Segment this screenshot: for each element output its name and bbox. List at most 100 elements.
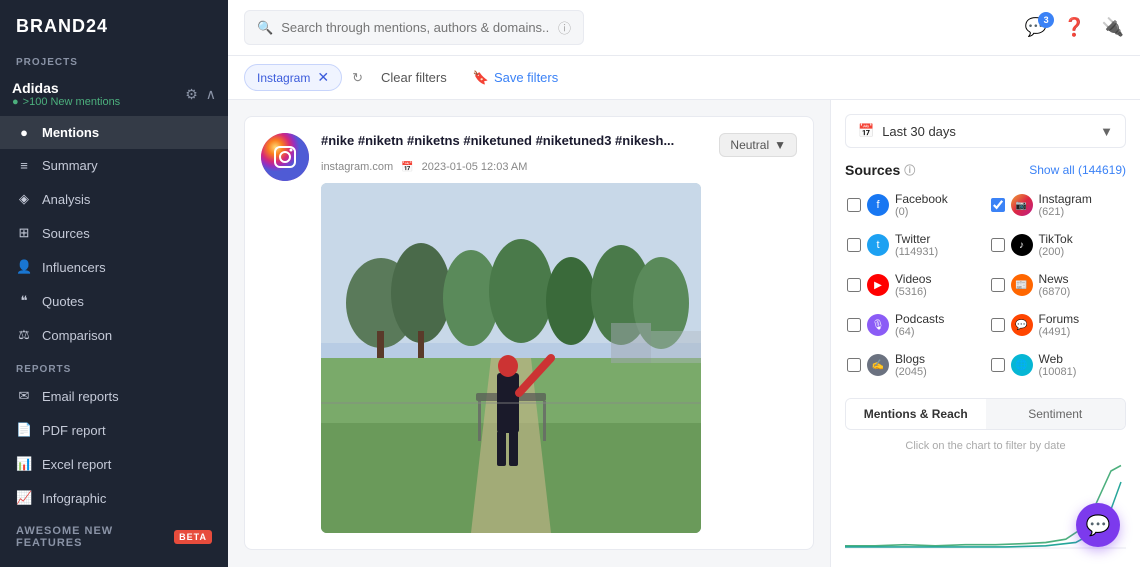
content-area: #nike #niketn #niketns #niketuned #niket… — [228, 100, 1140, 567]
nav-analysis[interactable]: ◈ Analysis — [0, 182, 228, 216]
tiktok-checkbox[interactable] — [991, 238, 1005, 252]
nav-analysis-label: Analysis — [42, 192, 90, 207]
chat-support-button[interactable]: 💬 — [1076, 503, 1120, 547]
project-name: Adidas — [12, 80, 120, 96]
calendar-icon: 📅 — [401, 162, 413, 173]
web-icon: 🌐 — [1011, 354, 1033, 376]
nav-quotes[interactable]: ❝ Quotes — [0, 284, 228, 318]
nav-excel-report[interactable]: 📊 Excel report — [0, 447, 228, 481]
nav-mentions[interactable]: ● Mentions — [0, 116, 228, 149]
notifications-button[interactable]: 💬 3 — [1025, 17, 1047, 38]
instagram-checkbox[interactable] — [991, 198, 1005, 212]
clear-filters-button[interactable]: Clear filters — [373, 66, 455, 89]
project-settings-icon[interactable]: ⚙ — [185, 86, 198, 103]
nav-infographic[interactable]: 📈 Infographic — [0, 481, 228, 515]
mention-avatar — [261, 133, 309, 181]
blogs-label: Blogs (2045) — [895, 352, 927, 378]
nav-summary[interactable]: ≡ Summary — [0, 149, 228, 182]
date-range-label: Last 30 days — [882, 124, 956, 139]
search-input[interactable] — [281, 20, 550, 35]
save-icon: 🔖 — [473, 70, 489, 86]
influencers-icon: 👤 — [16, 259, 32, 275]
topbar: 🔍 ⓘ 💬 3 ❓ 🔌 — [228, 0, 1140, 56]
facebook-checkbox[interactable] — [847, 198, 861, 212]
chat-icon: 💬 — [1086, 513, 1111, 538]
project-collapse-icon[interactable]: ∧ — [206, 86, 216, 103]
nav-excel-report-label: Excel report — [42, 457, 111, 472]
excel-report-icon: 📊 — [16, 456, 32, 472]
news-checkbox[interactable] — [991, 278, 1005, 292]
nav-sources[interactable]: ⊞ Sources — [0, 216, 228, 250]
source-item-forums: 💬 Forums (4491) — [989, 308, 1127, 342]
podcasts-label: Podcasts (64) — [895, 312, 944, 338]
source-item-instagram: 📷 Instagram (621) — [989, 188, 1127, 222]
search-info-icon[interactable]: ⓘ — [558, 18, 571, 37]
right-panel: 📅 Last 30 days ▼ Sources ⓘ Show all (144… — [830, 100, 1140, 567]
nav-summary-label: Summary — [42, 158, 98, 173]
blogs-checkbox[interactable] — [847, 358, 861, 372]
tab-sentiment[interactable]: Sentiment — [986, 399, 1126, 429]
source-item-blogs: ✍ Blogs (2045) — [845, 348, 983, 382]
sidebar: BRAND24 PROJECTS Adidas >100 New mention… — [0, 0, 228, 567]
nav-quotes-label: Quotes — [42, 294, 84, 309]
nav-email-reports-label: Email reports — [42, 389, 119, 404]
features-section: AWESOME NEW FEATURES BETA — [0, 515, 228, 559]
source-item-videos: ▶ Videos (5316) — [845, 268, 983, 302]
source-item-news: 📰 News (6870) — [989, 268, 1127, 302]
tiktok-label: TikTok (200) — [1039, 232, 1073, 258]
podcasts-checkbox[interactable] — [847, 318, 861, 332]
save-filters-button[interactable]: 🔖 Save filters — [465, 66, 567, 90]
mention-body: #nike #niketn #niketns #niketuned #niket… — [321, 133, 797, 533]
videos-checkbox[interactable] — [847, 278, 861, 292]
analysis-icon: ◈ — [16, 191, 32, 207]
mentions-feed: #nike #niketn #niketns #niketuned #niket… — [228, 100, 830, 567]
reports-section-label: REPORTS — [0, 352, 228, 379]
topbar-actions: 💬 3 ❓ 🔌 — [1025, 17, 1124, 38]
beta-badge: BETA — [174, 530, 212, 544]
tab-mentions-reach[interactable]: Mentions & Reach — [846, 399, 986, 429]
nav-comparison-label: Comparison — [42, 328, 112, 343]
mentions-icon: ● — [16, 125, 32, 140]
blogs-icon: ✍ — [867, 354, 889, 376]
projects-section-label: PROJECTS — [0, 49, 228, 72]
sources-info-icon[interactable]: ⓘ — [904, 162, 915, 178]
project-new-mentions: >100 New mentions — [12, 96, 120, 108]
mention-image — [321, 183, 701, 533]
email-reports-icon: ✉ — [16, 388, 32, 404]
settings-button[interactable]: 🔌 — [1102, 17, 1124, 38]
filterbar: Instagram ✕ ↻ Clear filters 🔖 Save filte… — [228, 56, 1140, 100]
sentiment-arrow: ▼ — [774, 138, 786, 152]
nav-pdf-report[interactable]: 📄 PDF report — [0, 413, 228, 447]
nav-influencers-label: Influencers — [42, 260, 106, 275]
sources-header: Sources ⓘ Show all (144619) — [845, 162, 1126, 178]
mention-meta: instagram.com 📅 2023-01-05 12:03 AM — [321, 161, 797, 173]
sentiment-label: Neutral — [730, 138, 769, 152]
chart-hint: Click on the chart to filter by date — [845, 440, 1126, 452]
twitter-checkbox[interactable] — [847, 238, 861, 252]
nav-email-reports[interactable]: ✉ Email reports — [0, 379, 228, 413]
nav-influencers[interactable]: 👤 Influencers — [0, 250, 228, 284]
help-button[interactable]: ❓ — [1063, 17, 1085, 38]
main-content: 🔍 ⓘ 💬 3 ❓ 🔌 Instagram ✕ ↻ Clear filters … — [228, 0, 1140, 567]
instagram-filter-tag[interactable]: Instagram ✕ — [244, 64, 342, 91]
mention-title: #nike #niketn #niketns #niketuned #niket… — [321, 133, 674, 148]
infographic-icon: 📈 — [16, 490, 32, 506]
search-bar[interactable]: 🔍 ⓘ — [244, 10, 584, 45]
quotes-icon: ❝ — [16, 293, 32, 309]
project-actions: ⚙ ∧ — [185, 86, 216, 103]
pdf-report-icon: 📄 — [16, 422, 32, 438]
source-item-facebook: f Facebook (0) — [845, 188, 983, 222]
web-label: Web (10081) — [1039, 352, 1077, 378]
nav-comparison[interactable]: ⚖ Comparison — [0, 318, 228, 352]
instagram-filter-close[interactable]: ✕ — [317, 69, 329, 86]
sentiment-badge[interactable]: Neutral ▼ — [719, 133, 797, 157]
nav-lab24[interactable]: 🧪 Lab24 — [0, 559, 228, 567]
forums-checkbox[interactable] — [991, 318, 1005, 332]
web-checkbox[interactable] — [991, 358, 1005, 372]
instagram-label: Instagram (621) — [1039, 192, 1092, 218]
show-all-link[interactable]: Show all (144619) — [1029, 163, 1126, 177]
sources-grid: f Facebook (0) 📷 Instagram (621) — [845, 188, 1126, 382]
clear-filters-label: Clear filters — [381, 70, 447, 85]
date-range-selector[interactable]: 📅 Last 30 days ▼ — [845, 114, 1126, 148]
forums-icon: 💬 — [1011, 314, 1033, 336]
